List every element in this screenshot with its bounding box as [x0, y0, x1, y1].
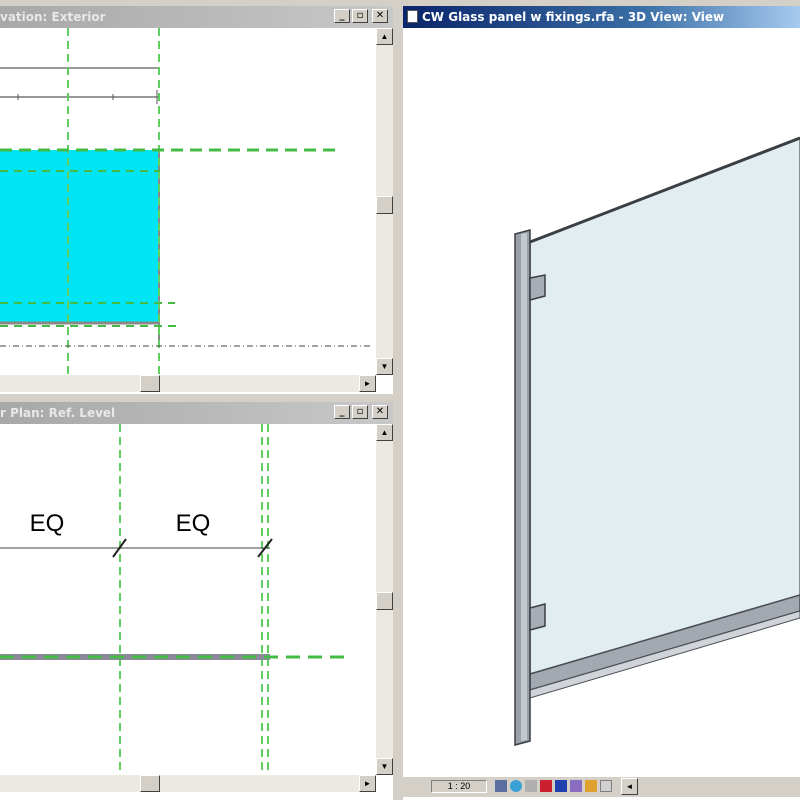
- scroll-right-button[interactable]: ►: [359, 375, 376, 392]
- plan-titlebar[interactable]: r Plan: Ref. Level _ ▫ ✕: [0, 402, 393, 424]
- elevation-hscroll[interactable]: ►: [0, 375, 376, 392]
- scroll-left-button[interactable]: ◄: [621, 778, 638, 795]
- elevation-canvas[interactable]: [0, 28, 375, 375]
- elevation-window[interactable]: vation: Exterior _ ▫ ✕ ▲ ▼ ►: [0, 6, 393, 394]
- scroll-thumb[interactable]: [376, 592, 393, 610]
- document-icon: [407, 10, 418, 23]
- minimize-button[interactable]: _: [334, 405, 350, 419]
- elevation-title: vation: Exterior: [0, 10, 106, 24]
- minimize-button[interactable]: _: [334, 9, 350, 23]
- scroll-thumb[interactable]: [376, 196, 393, 214]
- view3d-canvas[interactable]: [403, 28, 800, 777]
- scroll-thumb[interactable]: [140, 375, 160, 392]
- scroll-up-button[interactable]: ▲: [376, 28, 393, 45]
- fixing-bracket: [529, 603, 546, 631]
- plan-hscroll[interactable]: ►: [0, 775, 376, 792]
- view3d-title: CW Glass panel w fixings.rfa - 3D View: …: [422, 10, 725, 24]
- scroll-up-button[interactable]: ▲: [376, 424, 393, 441]
- visual-style-icon[interactable]: [510, 780, 522, 792]
- shadows-icon[interactable]: [525, 780, 537, 792]
- scale-field[interactable]: 1 : 20: [431, 780, 487, 793]
- view3d-titlebar[interactable]: CW Glass panel w fixings.rfa - 3D View: …: [403, 6, 800, 28]
- eq-label: EQ: [30, 510, 65, 537]
- restore-button[interactable]: ▫: [352, 9, 368, 23]
- scroll-down-button[interactable]: ▼: [376, 358, 393, 375]
- help-icon[interactable]: [600, 780, 612, 792]
- elevation-titlebar[interactable]: vation: Exterior _ ▫ ✕: [0, 6, 393, 28]
- scroll-right-button[interactable]: ►: [359, 775, 376, 792]
- plan-title: r Plan: Ref. Level: [0, 406, 116, 420]
- scroll-thumb[interactable]: [140, 775, 160, 792]
- plan-canvas[interactable]: EQ EQ: [0, 424, 375, 775]
- close-button[interactable]: ✕: [372, 405, 388, 419]
- crop-visibility-icon[interactable]: [555, 780, 567, 792]
- scroll-down-button[interactable]: ▼: [376, 758, 393, 775]
- eq-label: EQ: [176, 510, 211, 537]
- detail-level-icon[interactable]: [495, 780, 507, 792]
- fixing-bracket: [529, 274, 546, 301]
- hide-isolate-icon[interactable]: [570, 780, 582, 792]
- plan-window[interactable]: r Plan: Ref. Level _ ▫ ✕ EQ EQ ▲ ▼ ►: [0, 402, 393, 800]
- view-control-bar: 1 : 20 ◄: [403, 777, 800, 797]
- restore-button[interactable]: ▫: [352, 405, 368, 419]
- pane-splitter[interactable]: [0, 394, 400, 402]
- plan-vscroll[interactable]: ▲ ▼: [376, 424, 393, 775]
- glass-panel-elevation: [0, 150, 159, 323]
- vertical-splitter[interactable]: [393, 0, 403, 800]
- view3d-window[interactable]: CW Glass panel w fixings.rfa - 3D View: …: [403, 6, 800, 800]
- close-button[interactable]: ✕: [372, 9, 388, 23]
- crop-icon[interactable]: [540, 780, 552, 792]
- elevation-vscroll[interactable]: ▲ ▼: [376, 28, 393, 375]
- reveal-hidden-icon[interactable]: [585, 780, 597, 792]
